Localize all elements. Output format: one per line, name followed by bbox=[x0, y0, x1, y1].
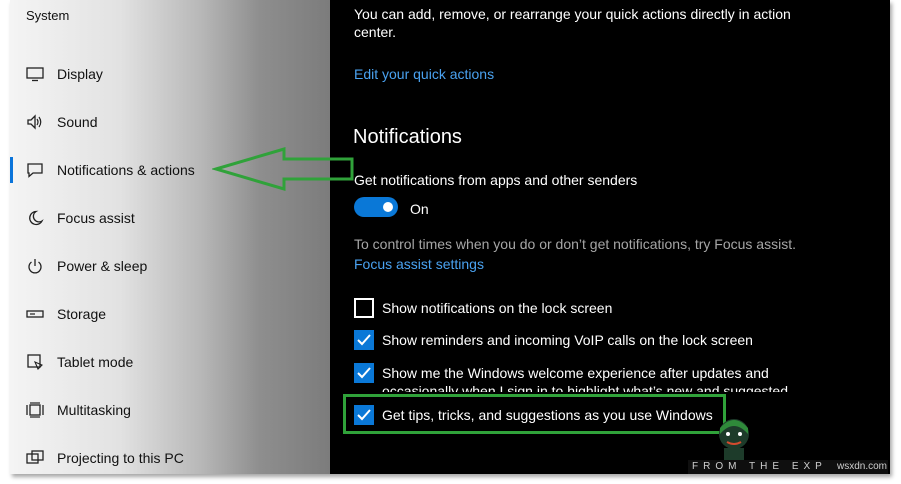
tablet-mode-icon bbox=[26, 353, 44, 371]
sidebar-item-multitasking[interactable]: Multitasking bbox=[10, 390, 330, 430]
voip-reminders-checkbox[interactable] bbox=[354, 330, 374, 350]
sidebar-item-storage[interactable]: Storage bbox=[10, 294, 330, 334]
sidebar-item-label: Display bbox=[57, 66, 103, 82]
annotation-highlight-box bbox=[343, 394, 726, 434]
multitasking-icon bbox=[26, 401, 44, 419]
focus-assist-settings-link[interactable]: Focus assist settings bbox=[354, 256, 484, 272]
quick-actions-description-line2: center. bbox=[354, 24, 397, 40]
projecting-icon bbox=[26, 449, 44, 467]
power-icon bbox=[26, 257, 44, 275]
watermark-text: FROM THE EXP bbox=[692, 461, 827, 472]
sidebar-item-label: Tablet mode bbox=[57, 354, 134, 370]
active-indicator bbox=[10, 157, 13, 183]
notification-icon bbox=[26, 161, 44, 179]
sidebar-item-label: Storage bbox=[57, 306, 107, 322]
sidebar-item-label: Notifications & actions bbox=[57, 162, 195, 178]
storage-icon bbox=[26, 305, 44, 323]
display-icon bbox=[26, 65, 44, 83]
lock-screen-notifications-label: Show notifications on the lock screen bbox=[382, 300, 613, 316]
get-notifications-label: Get notifications from apps and other se… bbox=[354, 172, 638, 188]
sidebar-item-label: Projecting to this PC bbox=[57, 450, 184, 466]
checkmark-icon bbox=[357, 334, 371, 346]
sidebar-item-power-sleep[interactable]: Power & sleep bbox=[10, 246, 330, 286]
moon-icon bbox=[26, 209, 44, 227]
voip-reminders-label: Show reminders and incoming VoIP calls o… bbox=[382, 332, 753, 348]
toggle-knob bbox=[383, 202, 393, 212]
welcome-experience-checkbox[interactable] bbox=[354, 363, 374, 383]
sidebar: System Display Sound Notifications & act… bbox=[10, 0, 330, 474]
sidebar-title: System bbox=[26, 8, 70, 23]
watermark-site: wsxdn.com bbox=[836, 461, 887, 472]
notifications-toggle[interactable] bbox=[354, 197, 398, 217]
annotation-arrow-icon bbox=[212, 146, 354, 192]
checkmark-icon bbox=[357, 367, 371, 379]
sidebar-item-label: Sound bbox=[57, 114, 98, 130]
speaker-icon bbox=[26, 113, 44, 131]
sidebar-item-sound[interactable]: Sound bbox=[10, 102, 330, 142]
sidebar-item-display[interactable]: Display bbox=[10, 54, 330, 94]
lock-screen-notifications-checkbox[interactable] bbox=[354, 298, 374, 318]
welcome-experience-label-line1: Show me the Windows welcome experience a… bbox=[382, 365, 769, 381]
sidebar-item-label: Power & sleep bbox=[57, 258, 148, 274]
edit-quick-actions-link[interactable]: Edit your quick actions bbox=[354, 66, 494, 82]
sidebar-item-label: Focus assist bbox=[57, 210, 135, 226]
welcome-experience-label-line2: occasionally when I sign in to highlight… bbox=[382, 383, 788, 392]
notifications-heading: Notifications bbox=[353, 126, 462, 148]
focus-assist-hint: To control times when you do or don’t ge… bbox=[354, 236, 796, 252]
sidebar-item-focus-assist[interactable]: Focus assist bbox=[10, 198, 330, 238]
toggle-state-label: On bbox=[410, 201, 429, 217]
quick-actions-description-line1: You can add, remove, or rearrange your q… bbox=[354, 6, 791, 22]
sidebar-item-tablet-mode[interactable]: Tablet mode bbox=[10, 342, 330, 382]
sidebar-item-projecting[interactable]: Projecting to this PC bbox=[10, 438, 330, 474]
sidebar-item-label: Multitasking bbox=[57, 402, 131, 418]
watermark-mascot-icon bbox=[719, 419, 749, 460]
